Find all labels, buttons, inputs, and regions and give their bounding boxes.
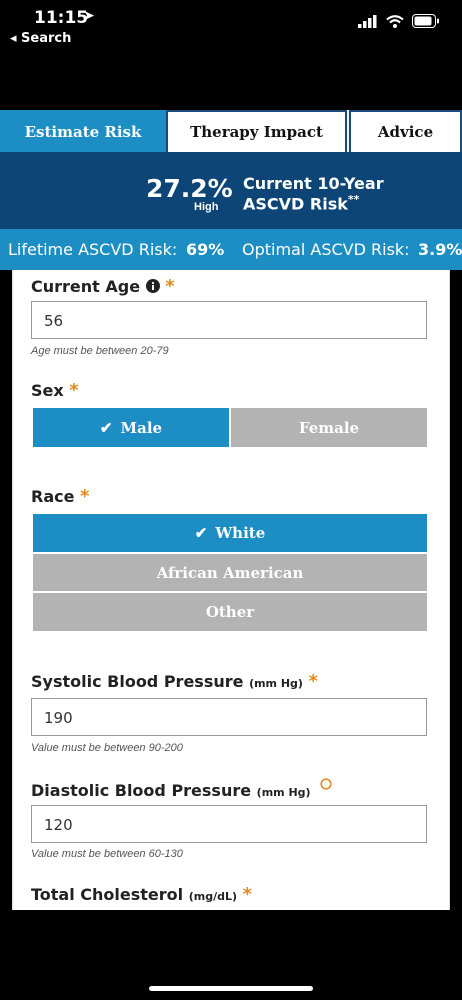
- risk-percent: 27.2%: [146, 174, 233, 203]
- sex-label: Sex *: [31, 380, 79, 401]
- optimal-risk-label: Optimal ASCVD Risk:: [242, 240, 410, 259]
- systolic-label-text: Systolic Blood Pressure: [31, 672, 244, 691]
- lifetime-risk-value: 69%: [186, 240, 225, 259]
- diastolic-input[interactable]: 120: [31, 805, 427, 843]
- age-input[interactable]: 56: [31, 301, 427, 339]
- required-star-icon: *: [80, 486, 90, 507]
- tab-label: Therapy Impact: [190, 123, 323, 141]
- option-label: Male: [120, 418, 163, 437]
- location-arrow-icon: ➤: [83, 8, 95, 24]
- lifetime-risk-label: Lifetime ASCVD Risk:: [8, 240, 178, 259]
- diastolic-label: Diastolic Blood Pressure (mm Hg): [31, 778, 332, 800]
- status-time: 11:15: [34, 8, 89, 28]
- signal-icon: [358, 14, 377, 28]
- race-option-other[interactable]: Other: [33, 593, 427, 631]
- lifetime-risk-bar: Lifetime ASCVD Risk: 69% Optimal ASCVD R…: [0, 229, 462, 270]
- systolic-hint: Value must be between 90-200: [31, 742, 183, 754]
- age-label: Current Age *: [31, 276, 175, 297]
- tab-estimate-risk[interactable]: Estimate Risk: [0, 110, 166, 160]
- age-hint: Age must be between 20-79: [31, 345, 169, 357]
- systolic-unit: (mm Hg): [249, 677, 303, 690]
- option-label: White: [215, 524, 266, 542]
- status-bar: 11:15 ➤ ◂ Search: [0, 0, 462, 50]
- risk-level: High: [194, 201, 219, 213]
- required-star-icon: *: [242, 884, 253, 905]
- tab-label: Advice: [377, 123, 434, 141]
- race-option-white[interactable]: ✔ White: [33, 514, 427, 552]
- required-star-icon: *: [165, 276, 175, 297]
- race-option-african-american[interactable]: African American: [33, 554, 427, 591]
- systolic-label: Systolic Blood Pressure (mm Hg) *: [31, 671, 318, 692]
- tab-advice[interactable]: Advice: [349, 110, 462, 152]
- risk-title-line2: ASCVD Risk: [243, 194, 348, 214]
- race-label: Race *: [31, 486, 89, 507]
- checkmark-icon: ✔: [194, 524, 208, 542]
- tab-label: Estimate Risk: [24, 123, 142, 141]
- diastolic-unit: (mm Hg): [256, 786, 311, 799]
- required-star-icon: *: [69, 380, 79, 401]
- wifi-icon: [386, 14, 404, 28]
- checkmark-icon: ✔: [99, 418, 113, 437]
- tab-therapy-impact[interactable]: Therapy Impact: [166, 110, 347, 152]
- back-to-search-link[interactable]: ◂ Search: [10, 31, 71, 46]
- diastolic-label-text: Diastolic Blood Pressure: [31, 781, 252, 800]
- cholesterol-unit: (mg/dL): [188, 890, 238, 903]
- cholesterol-label: Total Cholesterol (mg/dL) *: [31, 884, 252, 905]
- optional-circle-icon: [320, 778, 332, 790]
- race-label-text: Race: [31, 487, 75, 506]
- diastolic-hint: Value must be between 60-130: [31, 848, 183, 860]
- risk-title-mark: **: [347, 193, 360, 206]
- risk-title: Current 10-Year ASCVD Risk**: [243, 176, 384, 212]
- cholesterol-label-text: Total Cholesterol: [31, 885, 184, 904]
- required-star-icon: *: [308, 671, 318, 692]
- option-label: African American: [156, 563, 304, 582]
- sex-label-text: Sex: [31, 381, 64, 400]
- systolic-input[interactable]: 190: [31, 698, 427, 736]
- risk-form: Current Age * 56 Age must be between 20-…: [12, 270, 450, 910]
- status-icons: [358, 14, 440, 28]
- home-indicator[interactable]: [149, 986, 313, 991]
- tab-bar: Estimate Risk Therapy Impact Advice: [0, 110, 462, 160]
- risk-title-line1: Current 10-Year: [243, 174, 384, 193]
- age-label-text: Current Age: [31, 277, 141, 296]
- sex-option-female[interactable]: Female: [231, 408, 427, 447]
- info-icon[interactable]: [145, 279, 160, 293]
- option-label: Female: [298, 418, 360, 437]
- battery-icon: [412, 14, 439, 28]
- optimal-risk-value: 3.9%: [418, 240, 462, 259]
- option-label: Other: [205, 603, 255, 621]
- sex-option-male[interactable]: ✔ Male: [33, 408, 229, 447]
